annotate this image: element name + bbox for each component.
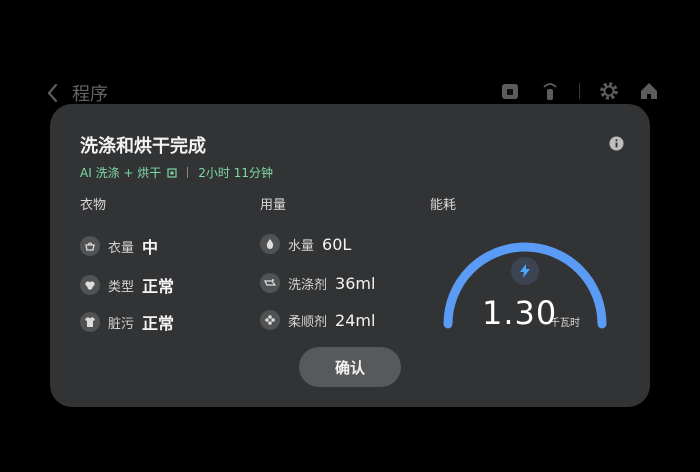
- soil-level-row: 脏污 正常: [80, 310, 174, 334]
- fabric-type-value: 正常: [142, 277, 175, 296]
- load-size-value: 中: [142, 238, 159, 257]
- header-actions: [499, 80, 660, 102]
- soil-level-label: 脏污: [108, 316, 135, 332]
- detergent-icon: [260, 273, 280, 293]
- energy-unit: 千瓦时: [550, 318, 580, 329]
- home-icon[interactable]: [638, 80, 660, 102]
- detergent-row: 洗涤剂 36ml: [260, 273, 375, 293]
- load-size-label: 衣量: [108, 240, 135, 256]
- back-button[interactable]: 程序: [44, 80, 108, 106]
- page-title: 程序: [72, 84, 108, 105]
- lightning-icon: [511, 257, 539, 285]
- info-icon[interactable]: [609, 136, 624, 151]
- water-value: 60L: [322, 234, 352, 254]
- softener-value: 24ml: [335, 310, 376, 330]
- water-drop-icon: [260, 234, 280, 254]
- fabric-icon: [80, 275, 100, 295]
- energy-value: 1.30: [482, 294, 558, 332]
- fabric-type-label: 类型: [108, 279, 135, 295]
- confirm-button[interactable]: 确认: [299, 347, 401, 387]
- program-summary: AI 洗涤 + 烘干 2小时 11分钟: [80, 164, 273, 181]
- screen: 程序 洗涤和烘干完成 AI 洗涤 + 烘干 2小时 11分钟 衣物 衣量 中 类…: [0, 0, 700, 472]
- water-row: 水量 60L: [260, 234, 351, 254]
- completion-dialog: 洗涤和烘干完成 AI 洗涤 + 烘干 2小时 11分钟 衣物 衣量 中 类型 正…: [50, 104, 650, 407]
- remote-control-icon[interactable]: [539, 80, 561, 102]
- program-duration: 2小时 11分钟: [198, 166, 273, 180]
- program-mode: AI 洗涤 + 烘干: [80, 166, 162, 180]
- back-chevron-icon: [47, 83, 58, 103]
- gear-icon[interactable]: [598, 80, 620, 102]
- child-lock-icon[interactable]: [499, 80, 521, 102]
- shirt-icon: [80, 312, 100, 332]
- softener-label: 柔顺剂: [288, 314, 328, 330]
- soil-level-value: 正常: [142, 314, 175, 333]
- detergent-label: 洗涤剂: [288, 277, 328, 293]
- clothes-heading: 衣物: [80, 198, 107, 213]
- ai-chip-icon: [167, 167, 177, 178]
- energy-heading: 能耗: [430, 198, 457, 213]
- softener-flower-icon: [260, 310, 280, 330]
- fabric-type-row: 类型 正常: [80, 273, 174, 297]
- softener-row: 柔顺剂 24ml: [260, 310, 375, 330]
- water-label: 水量: [288, 238, 315, 254]
- load-size-row: 衣量 中: [80, 234, 158, 258]
- basket-icon: [80, 236, 100, 256]
- detergent-value: 36ml: [335, 273, 376, 293]
- divider: [579, 83, 580, 99]
- usage-heading: 用量: [260, 198, 287, 213]
- dialog-title: 洗涤和烘干完成: [80, 136, 206, 157]
- divider: [187, 167, 189, 178]
